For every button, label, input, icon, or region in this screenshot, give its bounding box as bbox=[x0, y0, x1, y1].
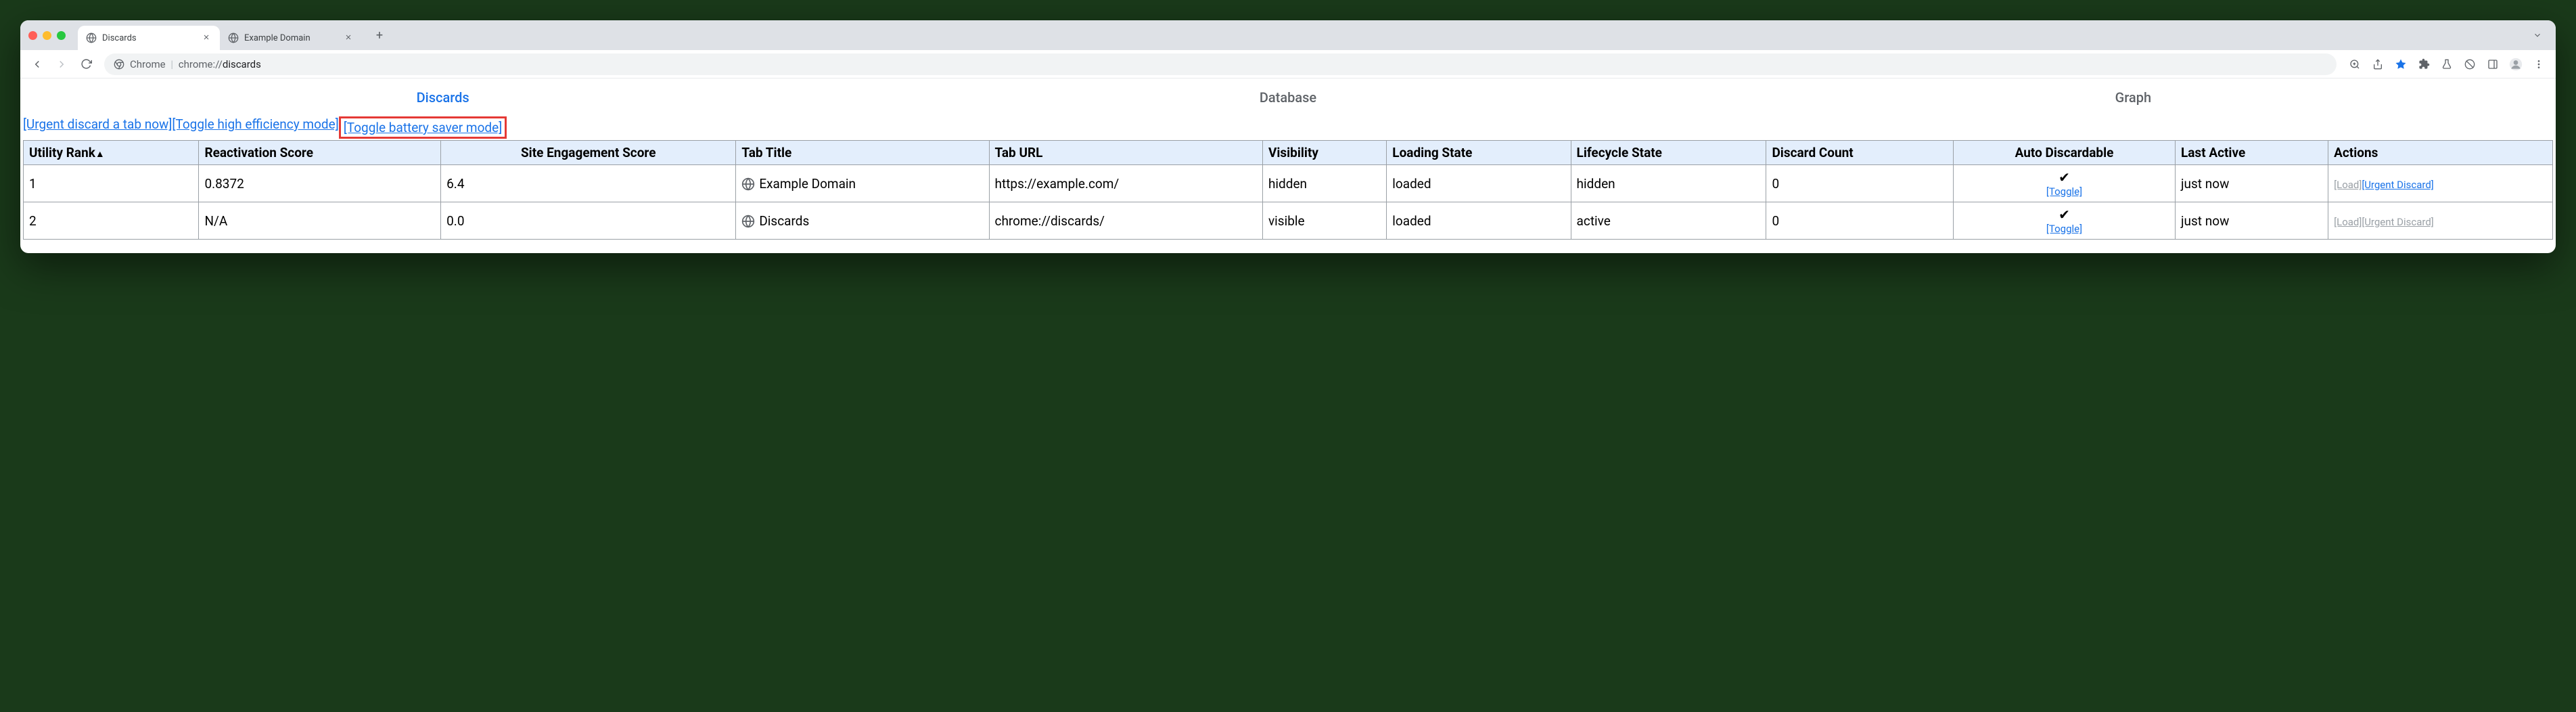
column-header[interactable]: Utility Rank▲ bbox=[24, 141, 199, 165]
cell-auto-discardable: ✔[Toggle] bbox=[1954, 202, 2176, 240]
urgent-discard-link[interactable]: [Urgent Discard] bbox=[2362, 179, 2433, 191]
load-link[interactable]: [Load] bbox=[2334, 216, 2362, 228]
close-tab-icon[interactable] bbox=[344, 33, 354, 43]
extensions-icon[interactable] bbox=[2414, 54, 2434, 74]
cell-rank: 2 bbox=[24, 202, 199, 240]
tab-title: Example Domain bbox=[244, 33, 339, 43]
cell-visibility: visible bbox=[1262, 202, 1386, 240]
page-content: DiscardsDatabaseGraph [Urgent discard a … bbox=[20, 79, 2556, 240]
action-link[interactable]: [Toggle high efficiency mode] bbox=[172, 116, 338, 139]
browser-tab[interactable]: Discards bbox=[78, 26, 220, 50]
cell-discard-count: 0 bbox=[1766, 202, 1954, 240]
chrome-icon bbox=[114, 59, 124, 70]
column-header[interactable]: Last Active bbox=[2175, 141, 2328, 165]
reload-button[interactable] bbox=[76, 54, 96, 74]
column-header[interactable]: Discard Count bbox=[1766, 141, 1954, 165]
column-header[interactable]: Lifecycle State bbox=[1571, 141, 1766, 165]
table-row: 10.83726.4Example Domainhttps://example.… bbox=[24, 165, 2553, 202]
bookmark-star-icon[interactable] bbox=[2391, 54, 2411, 74]
column-header[interactable]: Tab Title bbox=[736, 141, 989, 165]
globe-icon bbox=[741, 177, 755, 191]
address-text: Chrome | chrome://discards bbox=[130, 58, 261, 70]
globe-icon bbox=[228, 32, 239, 43]
window-controls bbox=[28, 31, 66, 40]
tabs-chevron-icon[interactable] bbox=[2527, 28, 2548, 43]
titlebar: Discards Example Domain + bbox=[20, 20, 2556, 50]
nav-tab-discards[interactable]: Discards bbox=[20, 79, 865, 116]
column-header[interactable]: Site Engagement Score bbox=[441, 141, 736, 165]
cell-engagement: 0.0 bbox=[441, 202, 736, 240]
cell-rank: 1 bbox=[24, 165, 199, 202]
globe-icon bbox=[86, 32, 97, 43]
toggle-auto-discardable-link[interactable]: [Toggle] bbox=[1959, 223, 2169, 235]
zoom-icon[interactable] bbox=[2345, 54, 2365, 74]
action-link[interactable]: [Urgent discard a tab now] bbox=[23, 116, 172, 139]
menu-icon[interactable] bbox=[2529, 54, 2549, 74]
check-icon: ✔ bbox=[2058, 169, 2070, 185]
back-button[interactable] bbox=[27, 54, 47, 74]
nav-tabs: DiscardsDatabaseGraph bbox=[20, 79, 2556, 116]
minimize-window-button[interactable] bbox=[43, 31, 51, 40]
cell-auto-discardable: ✔[Toggle] bbox=[1954, 165, 2176, 202]
action-links-row: [Urgent discard a tab now][Toggle high e… bbox=[20, 116, 2556, 140]
tab-title: Discards bbox=[102, 33, 197, 43]
cell-reactivation: N/A bbox=[199, 202, 441, 240]
urgent-discard-link[interactable]: [Urgent Discard] bbox=[2362, 216, 2433, 228]
close-window-button[interactable] bbox=[28, 31, 37, 40]
new-tab-button[interactable]: + bbox=[370, 26, 389, 45]
cell-tab-url: chrome://discards/ bbox=[989, 202, 1262, 240]
check-icon: ✔ bbox=[2058, 206, 2070, 223]
profile-icon[interactable] bbox=[2506, 54, 2526, 74]
column-header[interactable]: Reactivation Score bbox=[199, 141, 441, 165]
cell-visibility: hidden bbox=[1262, 165, 1386, 202]
sort-arrow-icon: ▲ bbox=[95, 149, 105, 160]
cell-lifecycle: active bbox=[1571, 202, 1766, 240]
nav-tab-graph[interactable]: Graph bbox=[1711, 79, 2556, 116]
browser-tab[interactable]: Example Domain bbox=[220, 26, 362, 50]
cell-actions: [Load][Urgent Discard] bbox=[2328, 165, 2553, 202]
cell-last-active: just now bbox=[2175, 202, 2328, 240]
table-row: 2N/A0.0Discardschrome://discards/visible… bbox=[24, 202, 2553, 240]
action-link[interactable]: [Toggle battery saver mode] bbox=[344, 120, 503, 135]
column-header[interactable]: Actions bbox=[2328, 141, 2553, 165]
toggle-auto-discardable-link[interactable]: [Toggle] bbox=[1959, 185, 2169, 198]
cell-engagement: 6.4 bbox=[441, 165, 736, 202]
labs-icon[interactable] bbox=[2437, 54, 2457, 74]
column-header[interactable]: Auto Discardable bbox=[1954, 141, 2176, 165]
share-icon[interactable] bbox=[2368, 54, 2388, 74]
forward-button[interactable] bbox=[51, 54, 72, 74]
close-tab-icon[interactable] bbox=[202, 33, 212, 43]
nav-tab-database[interactable]: Database bbox=[865, 79, 1710, 116]
highlighted-action-link: [Toggle battery saver mode] bbox=[339, 116, 507, 139]
cell-loading: loaded bbox=[1387, 165, 1571, 202]
load-link[interactable]: [Load] bbox=[2334, 179, 2362, 191]
cell-reactivation: 0.8372 bbox=[199, 165, 441, 202]
discards-table: Utility Rank▲Reactivation ScoreSite Enga… bbox=[23, 140, 2553, 240]
browser-window: DiscardsExample Domain + Chrome | chrome… bbox=[20, 20, 2556, 253]
column-header[interactable]: Tab URL bbox=[989, 141, 1262, 165]
cell-loading: loaded bbox=[1387, 202, 1571, 240]
cell-discard-count: 0 bbox=[1766, 165, 1954, 202]
globe-icon bbox=[741, 215, 755, 228]
cell-last-active: just now bbox=[2175, 165, 2328, 202]
toolbar: Chrome | chrome://discards bbox=[20, 50, 2556, 79]
cell-lifecycle: hidden bbox=[1571, 165, 1766, 202]
column-header[interactable]: Loading State bbox=[1387, 141, 1571, 165]
security-icon[interactable] bbox=[2460, 54, 2480, 74]
cell-tab-title: Example Domain bbox=[736, 165, 989, 202]
cell-tab-url: https://example.com/ bbox=[989, 165, 1262, 202]
column-header[interactable]: Visibility bbox=[1262, 141, 1386, 165]
toolbar-right bbox=[2345, 54, 2549, 74]
cell-actions: [Load][Urgent Discard] bbox=[2328, 202, 2553, 240]
maximize-window-button[interactable] bbox=[57, 31, 66, 40]
sidepanel-icon[interactable] bbox=[2483, 54, 2503, 74]
address-bar[interactable]: Chrome | chrome://discards bbox=[104, 53, 2337, 75]
cell-tab-title: Discards bbox=[736, 202, 989, 240]
